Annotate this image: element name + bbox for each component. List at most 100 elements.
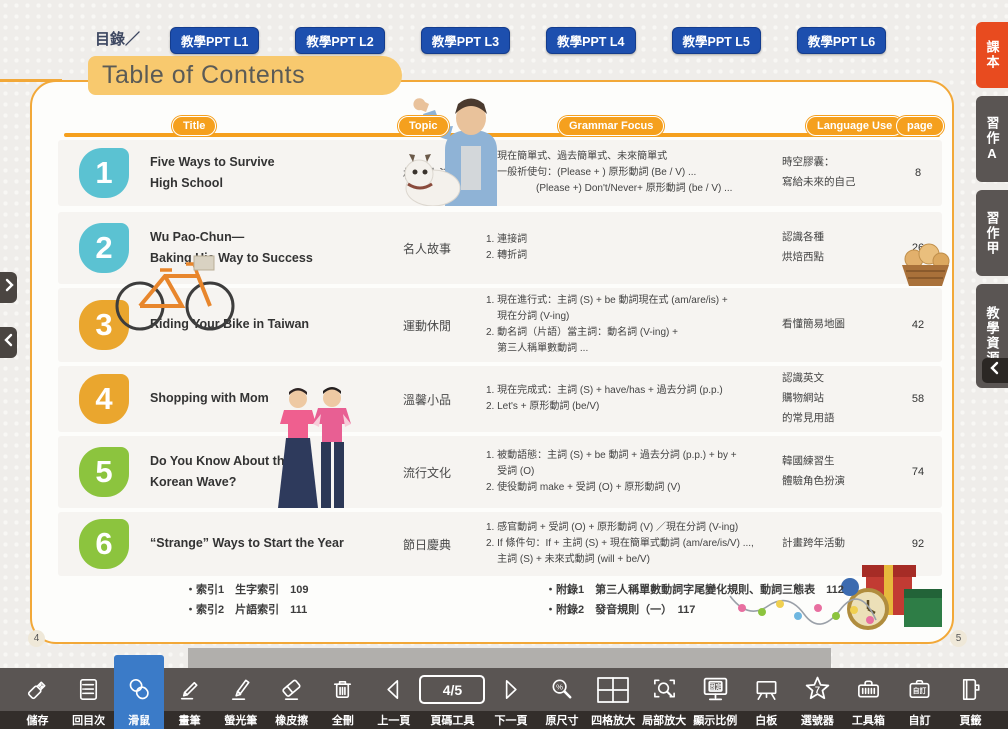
svg-text:7: 7 — [815, 685, 820, 695]
ppt-button-l6[interactable]: 教學PPT L6 — [797, 27, 886, 54]
chevron-right-icon — [4, 278, 14, 297]
svg-text:%: % — [556, 682, 563, 691]
tab-workbook-a[interactable]: 習作A — [976, 96, 1008, 182]
toolbar-page-tabs[interactable]: 頁籤 — [945, 668, 996, 729]
page-tab-icon — [957, 668, 984, 711]
unit-topic: 校園生活 — [368, 165, 486, 182]
collapse-left-panel-button[interactable] — [0, 327, 17, 358]
collapsed-panel-bar[interactable] — [188, 648, 831, 668]
appendix-link-2[interactable]: ・附錄2 發音規則（一） 117 — [545, 601, 695, 617]
toolbox-icon — [855, 668, 882, 711]
toolbar-four-grid-zoom[interactable]: 四格放大 — [588, 668, 639, 729]
column-header-title: Title — [172, 116, 216, 136]
partial-zoom-icon — [651, 668, 678, 711]
index-link-1[interactable]: ・索引1 生字索引 109 — [185, 581, 308, 597]
unit-language-use: 認識英文 購物網站 的常見用語 — [782, 369, 898, 429]
unit-page: 74 — [898, 466, 938, 478]
unit-page: 8 — [898, 167, 938, 179]
toolbar-pen[interactable]: 畫筆 — [164, 668, 215, 729]
unit-number-badge: 4 — [79, 374, 129, 424]
page-title: Table of Contents — [88, 56, 402, 95]
ppt-button-l2[interactable]: 教學PPT L2 — [295, 27, 384, 54]
toolbar-prev-page[interactable]: 上一頁 — [368, 668, 419, 729]
unit-grammar: 1. 現在簡單式、過去簡單式、未來簡單式 2. 一般祈使句：(Please + … — [486, 149, 782, 197]
toolbar-page-indicator[interactable]: 4/5 頁碼工具 — [419, 668, 485, 729]
mouse-icon — [126, 668, 153, 711]
expand-left-panel-button[interactable] — [0, 272, 17, 303]
ppt-button-row: 教學PPT L1 教學PPT L2 教學PPT L3 教學PPT L4 教學PP… — [170, 27, 886, 54]
unit-title: Riding Your Bike in Taiwan — [150, 314, 368, 335]
svg-text:固定: 固定 — [709, 682, 723, 691]
highlighter-icon — [227, 668, 254, 711]
toolbar-whiteboard[interactable]: 白板 — [741, 668, 792, 729]
unit-number-badge: 1 — [79, 148, 129, 198]
section-label: 目錄／ — [95, 28, 140, 49]
index-link-2[interactable]: ・索引2 片語索引 111 — [185, 601, 307, 617]
tab-textbook[interactable]: 課本 — [976, 22, 1008, 88]
toc-row-unit2[interactable]: 2 Wu Pao-Chun— Baking His Way to Success… — [58, 212, 942, 284]
unit-page: 42 — [898, 319, 938, 331]
column-header-grammar: Grammar Focus — [558, 116, 664, 136]
title-connector-line — [0, 79, 62, 82]
page-indicator-box[interactable]: 4/5 — [419, 675, 485, 704]
toc-row-unit3[interactable]: 3 Riding Your Bike in Taiwan 運動休閒 1. 現在進… — [58, 288, 942, 362]
toolbar-display-ratio[interactable]: 固定 顯示比例 — [690, 668, 741, 729]
unit-page: 26 — [898, 242, 938, 254]
ppt-button-l5[interactable]: 教學PPT L5 — [672, 27, 761, 54]
unit-grammar: 1. 被動語態：主詞 (S) + be 動詞 + 過去分詞 (p.p.) + b… — [486, 448, 782, 496]
unit-grammar: 1. 連接詞 2. 轉折詞 — [486, 232, 782, 264]
unit-grammar: 1. 感官動詞 + 受詞 (O) + 原形動詞 (V) ／現在分詞 (V-ing… — [486, 520, 782, 568]
unit-topic: 運動休閒 — [368, 317, 486, 334]
unit-number-badge: 6 — [79, 519, 129, 569]
whiteboard-icon — [753, 668, 780, 711]
toc-row-unit5[interactable]: 5 Do You Know About the Korean Wave? 流行文… — [58, 436, 942, 508]
unit-topic: 流行文化 — [368, 464, 486, 481]
toolbar-back-to-contents[interactable]: 回目次 — [63, 668, 114, 729]
unit-language-use: 韓國練習生 體驗角色扮演 — [782, 452, 898, 492]
toolbar-save[interactable]: 儲存 — [12, 668, 63, 729]
unit-title: Do You Know About the Korean Wave? — [150, 451, 368, 494]
unit-grammar: 1. 現在完成式：主詞 (S) + have/has + 過去分詞 (p.p.)… — [486, 383, 782, 415]
unit-number-badge: 3 — [79, 300, 129, 350]
toolbar-toolbox[interactable]: 工具箱 — [843, 668, 894, 729]
prev-page-icon — [380, 668, 407, 711]
ppt-button-l4[interactable]: 教學PPT L4 — [546, 27, 635, 54]
toolbar-partial-zoom[interactable]: 局部放大 — [639, 668, 690, 729]
toc-row-unit6[interactable]: 6 “Strange” Ways to Start the Year 節日慶典 … — [58, 512, 942, 576]
collapse-right-panel-button[interactable] — [982, 358, 1008, 383]
unit-grammar: 1. 現在進行式：主詞 (S) + be 動詞現在式 (am/are/is) +… — [486, 293, 782, 357]
unit-page: 58 — [898, 393, 938, 405]
trash-icon — [329, 668, 356, 711]
unit-title: Wu Pao-Chun— Baking His Way to Success — [150, 227, 368, 270]
contents-list-icon — [75, 668, 102, 711]
toolbar-number-picker[interactable]: 7 選號器 — [792, 668, 843, 729]
chevron-left-icon — [4, 333, 14, 352]
appendix-link-1[interactable]: ・附錄1 第三人稱單數動詞字尾變化規則、動詞三態表 112 — [545, 581, 844, 597]
toolbar-next-page[interactable]: 下一頁 — [485, 668, 536, 729]
four-grid-icon — [596, 668, 630, 711]
ppt-button-l1[interactable]: 教學PPT L1 — [170, 27, 259, 54]
unit-title: Five Ways to Survive High School — [150, 152, 368, 195]
unit-language-use: 看懂簡易地圖 — [782, 315, 898, 335]
zoom-percent-icon: % — [549, 668, 576, 711]
unit-topic: 名人故事 — [368, 240, 486, 257]
column-header-language: Language Use — [806, 116, 903, 136]
unit-number-badge: 2 — [79, 223, 129, 273]
page-number-left: 4 — [28, 630, 45, 647]
toolbar-eraser[interactable]: 橡皮擦 — [266, 668, 317, 729]
toolbar-mouse-tool[interactable]: 滑鼠 — [114, 655, 164, 729]
toolbar-custom[interactable]: 自訂 自訂 — [894, 668, 945, 729]
toc-row-unit4[interactable]: 4 Shopping with Mom 溫馨小品 1. 現在完成式：主詞 (S)… — [58, 366, 942, 432]
toc-row-unit1[interactable]: 1 Five Ways to Survive High School 校園生活 … — [58, 140, 942, 206]
bottom-toolbar: 儲存 回目次 滑鼠 畫筆 螢光筆 橡皮擦 全刪 — [0, 668, 1008, 729]
toolbar-delete-all[interactable]: 全刪 — [317, 668, 368, 729]
column-header-page: page — [896, 116, 944, 136]
tab-workbook-jia[interactable]: 習作甲 — [976, 190, 1008, 276]
toolbar-original-size[interactable]: % 原尺寸 — [537, 668, 588, 729]
toolbar-highlighter[interactable]: 螢光筆 — [215, 668, 266, 729]
star-seven-icon: 7 — [803, 668, 832, 711]
ppt-button-l3[interactable]: 教學PPT L3 — [421, 27, 510, 54]
unit-number-badge: 5 — [79, 447, 129, 497]
custom-case-icon: 自訂 — [906, 668, 933, 711]
usb-save-icon — [24, 668, 51, 711]
